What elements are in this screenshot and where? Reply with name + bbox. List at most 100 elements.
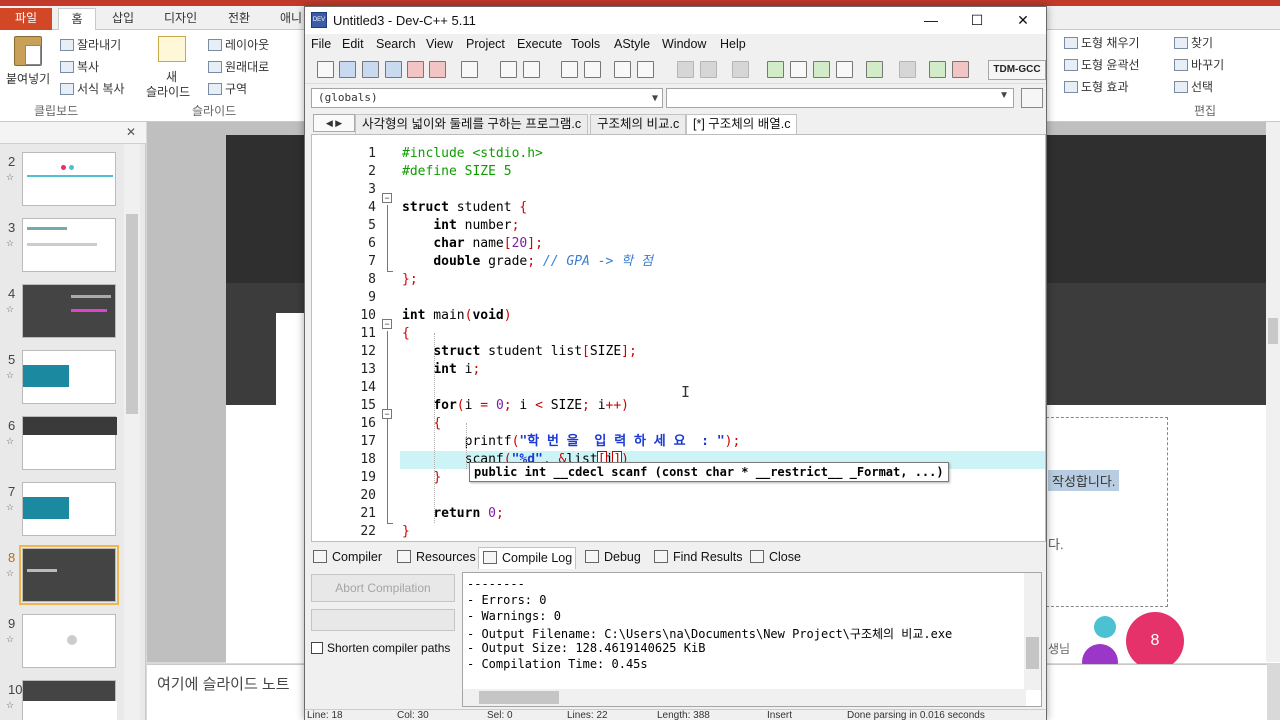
- redo-icon[interactable]: [523, 61, 540, 78]
- tab-design[interactable]: 디자인: [154, 8, 207, 30]
- menu-project[interactable]: Project: [466, 37, 505, 51]
- goto-icon[interactable]: [732, 61, 749, 78]
- code-line[interactable]: 20: [312, 487, 1045, 505]
- title-bar[interactable]: DEV Untitled3 - Dev-C++ 5.11 — ☐ ✕: [305, 7, 1046, 34]
- code-line[interactable]: 5 int number;: [312, 217, 1045, 235]
- code-line[interactable]: 22}: [312, 523, 1045, 541]
- log-scrollbar-thumb[interactable]: [1026, 637, 1039, 669]
- close-file-icon[interactable]: [407, 61, 424, 78]
- slide-selected-textbox[interactable]: [1046, 417, 1168, 607]
- shape-fill-button[interactable]: 도형 채우기: [1064, 34, 1140, 51]
- compile-run-icon[interactable]: [813, 61, 830, 78]
- shorten-paths-checkbox[interactable]: Shorten compiler paths: [311, 641, 450, 655]
- code-line[interactable]: 12 struct student list[SIZE];: [312, 343, 1045, 361]
- menu-view[interactable]: View: [426, 37, 453, 51]
- menu-search[interactable]: Search: [376, 37, 416, 51]
- tab-insert[interactable]: 삽입: [102, 8, 144, 30]
- replace-button[interactable]: 바꾸기: [1174, 56, 1224, 73]
- open-file-icon[interactable]: [339, 61, 356, 78]
- log-vertical-scrollbar[interactable]: [1024, 573, 1041, 690]
- fold-toggle-icon[interactable]: −: [382, 319, 392, 329]
- run-icon[interactable]: [790, 61, 807, 78]
- profile-chart-icon[interactable]: [929, 61, 946, 78]
- bookmark-back-icon[interactable]: [677, 61, 694, 78]
- code-line[interactable]: 3: [312, 181, 1045, 199]
- code-text[interactable]: };: [402, 271, 418, 289]
- menu-edit[interactable]: Edit: [342, 37, 364, 51]
- scope-dropdown[interactable]: (globals) ▼: [311, 88, 663, 108]
- tab-file[interactable]: 파일: [0, 8, 52, 30]
- tab-compile-log[interactable]: Compile Log: [478, 547, 576, 569]
- slide-thumbnail-7[interactable]: [22, 482, 116, 536]
- tab-resources[interactable]: Resources: [393, 547, 476, 569]
- menu-tools[interactable]: Tools: [571, 37, 600, 51]
- tab-compiler[interactable]: Compiler: [309, 547, 382, 569]
- code-line[interactable]: 11 {: [312, 325, 1045, 343]
- tab-transitions[interactable]: 전환: [218, 8, 260, 30]
- compile-log-output[interactable]: -------- - Errors: 0 - Warnings: 0 - Out…: [462, 572, 1042, 707]
- select-button[interactable]: 선택: [1174, 78, 1213, 95]
- file-tab-struct-array[interactable]: [*] 구조체의 배열.c: [686, 114, 798, 135]
- stop-execution-icon[interactable]: [899, 61, 916, 78]
- unindent-icon[interactable]: [637, 61, 654, 78]
- new-slide-icon[interactable]: [158, 36, 186, 62]
- slide-selected-text[interactable]: 작성합니다.: [1048, 470, 1120, 491]
- code-text[interactable]: {: [402, 325, 410, 343]
- print-icon[interactable]: [461, 61, 478, 78]
- slide-thumbnail-5[interactable]: [22, 350, 116, 404]
- menu-help[interactable]: Help: [720, 37, 746, 51]
- find-button[interactable]: 찾기: [1174, 34, 1213, 51]
- code-text[interactable]: printf("학 번 을 입 력 하 세 요 : ");: [402, 433, 741, 451]
- undo-icon[interactable]: [500, 61, 517, 78]
- tab-debug[interactable]: Debug: [581, 547, 641, 569]
- close-button[interactable]: ✕: [1000, 7, 1046, 34]
- menu-file[interactable]: File: [311, 37, 331, 51]
- format-painter-button[interactable]: 서식 복사: [60, 80, 125, 97]
- bookmark-forward-icon[interactable]: [700, 61, 717, 78]
- minimize-button[interactable]: —: [908, 7, 954, 34]
- close-icon[interactable]: ✕: [126, 125, 136, 139]
- find-icon[interactable]: [561, 61, 578, 78]
- code-line[interactable]: 8};: [312, 271, 1045, 289]
- menu-execute[interactable]: Execute: [517, 37, 562, 51]
- code-text[interactable]: #define SIZE 5: [402, 163, 512, 181]
- tab-home[interactable]: 홈: [58, 8, 96, 30]
- log-horizontal-scrollbar[interactable]: [463, 689, 1026, 706]
- code-text[interactable]: {: [402, 415, 441, 433]
- save-icon[interactable]: [362, 61, 379, 78]
- thumbnail-scrollbar-thumb[interactable]: [126, 214, 138, 414]
- code-line[interactable]: 10 int main(void): [312, 307, 1045, 325]
- goto-declaration-icon[interactable]: [1021, 88, 1043, 108]
- layout-button[interactable]: 레이아웃: [208, 36, 269, 53]
- slide-thumbnail-9[interactable]: [22, 614, 116, 668]
- code-text[interactable]: }: [402, 523, 410, 541]
- shape-effects-button[interactable]: 도형 효과: [1064, 78, 1129, 95]
- slide-thumbnail-8[interactable]: [19, 545, 119, 605]
- tab-find-results[interactable]: Find Results: [650, 547, 742, 569]
- code-text[interactable]: int main(void): [402, 307, 512, 325]
- paste-button[interactable]: 붙여넣기: [6, 70, 50, 87]
- indent-icon[interactable]: [614, 61, 631, 78]
- abort-compilation-button[interactable]: Abort Compilation: [311, 574, 455, 602]
- code-line[interactable]: 6 char name[20];: [312, 235, 1045, 253]
- log-hscrollbar-thumb[interactable]: [479, 691, 559, 704]
- code-line[interactable]: 7 double grade; // GPA -> 학 점: [312, 253, 1045, 271]
- code-line[interactable]: 9: [312, 289, 1045, 307]
- code-text[interactable]: for(i = 0; i < SIZE; i++): [402, 397, 629, 415]
- slide-vertical-scrollbar[interactable]: [1266, 122, 1280, 662]
- check-syntax-icon[interactable]: [866, 61, 883, 78]
- compiler-select[interactable]: TDM-GCC: [988, 60, 1046, 80]
- tab-close[interactable]: Close: [746, 547, 801, 569]
- code-line[interactable]: 13 int i;: [312, 361, 1045, 379]
- slide-thumbnail-10[interactable]: [22, 680, 117, 720]
- code-line[interactable]: 4 struct student {: [312, 199, 1045, 217]
- maximize-button[interactable]: ☐: [954, 7, 1000, 34]
- shape-outline-button[interactable]: 도형 윤곽선: [1064, 56, 1140, 73]
- slide-scrollbar-thumb[interactable]: [1268, 318, 1278, 344]
- code-text[interactable]: double grade; // GPA -> 학 점: [402, 253, 653, 271]
- code-line[interactable]: 1 #include <stdio.h>: [312, 145, 1045, 163]
- code-text[interactable]: int number;: [402, 217, 519, 235]
- code-text[interactable]: struct student list[SIZE];: [402, 343, 637, 361]
- compile-icon[interactable]: [767, 61, 784, 78]
- menu-astyle[interactable]: AStyle: [614, 37, 650, 51]
